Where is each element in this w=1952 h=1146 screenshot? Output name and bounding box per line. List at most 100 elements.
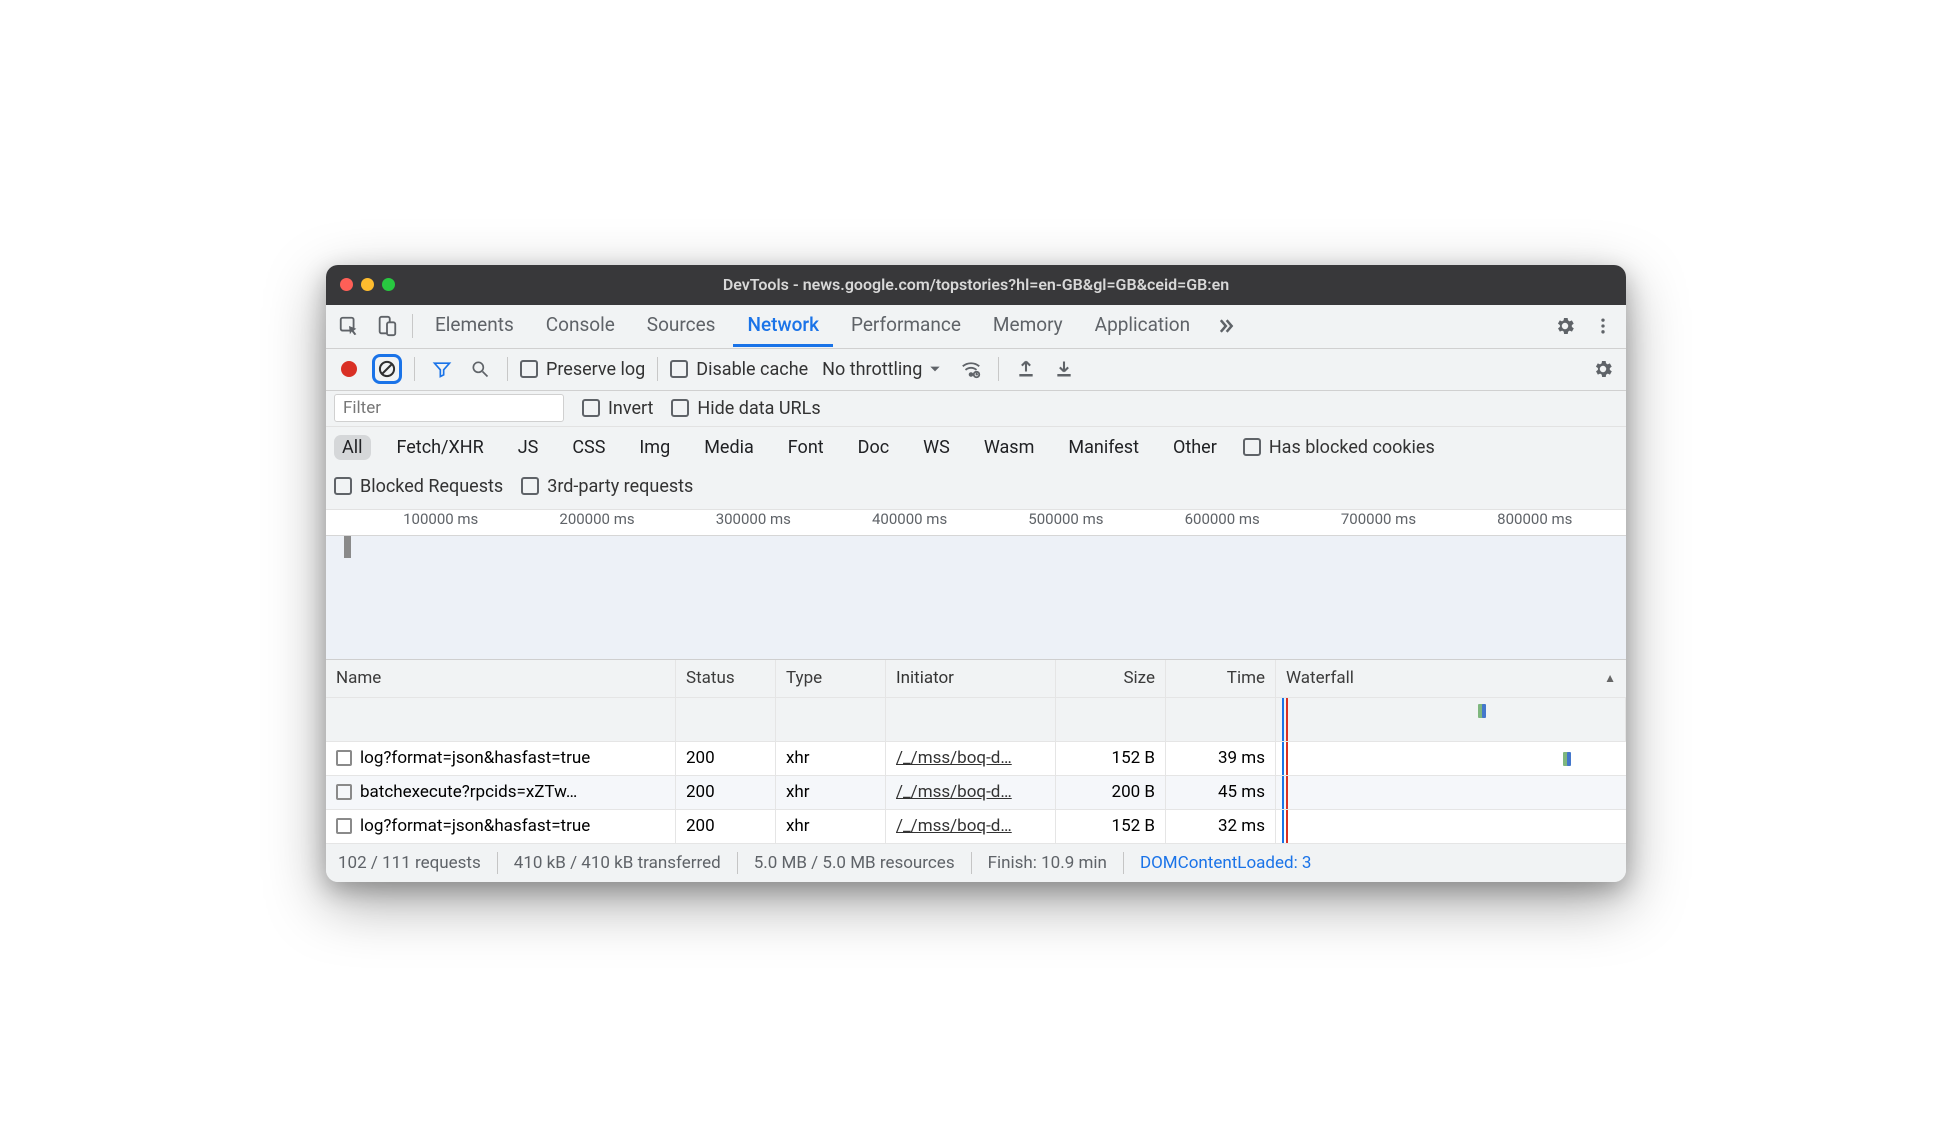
network-table: Name Status Type Initiator Size Time Wat… [326, 660, 1626, 844]
third-party-label: 3rd-party requests [547, 476, 693, 497]
hide-data-urls-checkbox[interactable]: Hide data URLs [671, 398, 820, 419]
filter-font[interactable]: Font [780, 435, 832, 460]
has-blocked-cookies-label: Has blocked cookies [1269, 437, 1435, 458]
chevron-down-icon [928, 362, 942, 376]
status-resources: 5.0 MB / 5.0 MB resources [754, 853, 955, 873]
throttling-select[interactable]: No throttling [816, 359, 948, 380]
settings-gear-icon[interactable] [1548, 309, 1582, 343]
window-minimize-button[interactable] [361, 278, 374, 291]
tab-memory[interactable]: Memory [979, 305, 1077, 347]
devtools-tabbar: Elements Console Sources Network Perform… [326, 305, 1626, 349]
tab-network[interactable]: Network [733, 305, 833, 347]
devtools-window: DevTools - news.google.com/topstories?hl… [326, 265, 1626, 882]
status-domcontentloaded[interactable]: DOMContentLoaded: 3 [1140, 853, 1312, 873]
row-time: 45 ms [1166, 776, 1276, 809]
preserve-log-checkbox[interactable]: Preserve log [520, 359, 645, 380]
network-conditions-icon[interactable] [956, 354, 986, 384]
waterfall-dcl-line [1282, 810, 1284, 843]
device-toolbar-icon[interactable] [370, 309, 404, 343]
timeline-marker [344, 536, 351, 558]
ruler-tick: 800000 ms [1420, 510, 1576, 535]
third-party-checkbox[interactable]: 3rd-party requests [521, 476, 693, 497]
divider [998, 357, 999, 381]
timeline-body [326, 536, 1626, 660]
row-status: 200 [676, 742, 776, 775]
kebab-menu-icon[interactable] [1586, 309, 1620, 343]
filter-doc[interactable]: Doc [850, 435, 898, 460]
col-initiator[interactable]: Initiator [886, 660, 1056, 697]
type-filter-row: All Fetch/XHR JS CSS Img Media Font Doc … [326, 427, 1626, 510]
search-icon[interactable] [465, 354, 495, 384]
blocked-requests-checkbox[interactable]: Blocked Requests [334, 476, 503, 497]
row-status: 200 [676, 810, 776, 843]
tab-sources[interactable]: Sources [633, 305, 730, 347]
tab-console[interactable]: Console [532, 305, 629, 347]
row-initiator[interactable]: /_/mss/boq-d… [896, 782, 1012, 802]
invert-checkbox[interactable]: Invert [582, 398, 653, 419]
waterfall-dcl-line [1282, 698, 1284, 741]
divider [657, 357, 658, 381]
row-initiator[interactable]: /_/mss/boq-d… [896, 748, 1012, 768]
file-icon [336, 784, 352, 800]
checkbox-icon [671, 399, 689, 417]
col-status[interactable]: Status [676, 660, 776, 697]
filter-fetch[interactable]: Fetch/XHR [389, 435, 492, 460]
filter-icon[interactable] [427, 354, 457, 384]
filter-other[interactable]: Other [1165, 435, 1225, 460]
col-waterfall[interactable]: Waterfall ▲ [1276, 660, 1626, 697]
col-size[interactable]: Size [1056, 660, 1166, 697]
ruler-tick: 400000 ms [795, 510, 951, 535]
filter-img[interactable]: Img [631, 435, 678, 460]
titlebar: DevTools - news.google.com/topstories?hl… [326, 265, 1626, 305]
has-blocked-cookies-checkbox[interactable]: Has blocked cookies [1243, 437, 1435, 458]
more-tabs-icon[interactable] [1208, 309, 1242, 343]
col-time[interactable]: Time [1166, 660, 1276, 697]
divider [1123, 852, 1124, 874]
tab-performance[interactable]: Performance [837, 305, 975, 347]
file-icon [336, 750, 352, 766]
row-time: 32 ms [1166, 810, 1276, 843]
ruler-tick: 700000 ms [1264, 510, 1420, 535]
divider [414, 357, 415, 381]
table-header: Name Status Type Initiator Size Time Wat… [326, 660, 1626, 698]
col-waterfall-label: Waterfall [1286, 668, 1354, 688]
checkbox-icon [521, 477, 539, 495]
filter-row: Filter Invert Hide data URLs [326, 391, 1626, 427]
export-har-icon[interactable] [1049, 354, 1079, 384]
record-button[interactable] [334, 354, 364, 384]
row-size: 152 B [1056, 742, 1166, 775]
filter-all[interactable]: All [334, 435, 371, 460]
filter-input[interactable]: Filter [334, 394, 564, 422]
tab-application[interactable]: Application [1081, 305, 1204, 347]
status-finish: Finish: 10.9 min [988, 853, 1107, 873]
filter-ws[interactable]: WS [915, 435, 958, 460]
divider [497, 852, 498, 874]
status-bar: 102 / 111 requests 410 kB / 410 kB trans… [326, 844, 1626, 882]
row-initiator[interactable]: /_/mss/boq-d… [896, 816, 1012, 836]
table-row[interactable]: log?format=json&hasfast=true 200 xhr /_/… [326, 810, 1626, 844]
filter-wasm[interactable]: Wasm [976, 435, 1043, 460]
filter-js[interactable]: JS [510, 435, 547, 460]
disable-cache-checkbox[interactable]: Disable cache [670, 359, 808, 380]
checkbox-icon [670, 360, 688, 378]
checkbox-icon [582, 399, 600, 417]
ruler-tick [1576, 510, 1626, 535]
window-zoom-button[interactable] [382, 278, 395, 291]
filter-manifest[interactable]: Manifest [1060, 435, 1147, 460]
tab-elements[interactable]: Elements [421, 305, 528, 347]
filter-css[interactable]: CSS [564, 435, 613, 460]
table-row[interactable]: batchexecute?rpcids=xZTw… 200 xhr /_/mss… [326, 776, 1626, 810]
inspect-element-icon[interactable] [332, 309, 366, 343]
table-row[interactable]: log?format=json&hasfast=true 200 xhr /_/… [326, 742, 1626, 776]
window-close-button[interactable] [340, 278, 353, 291]
col-name[interactable]: Name [326, 660, 676, 697]
ruler-tick: 200000 ms [482, 510, 638, 535]
filter-media[interactable]: Media [696, 435, 762, 460]
timeline-overview[interactable]: 100000 ms 200000 ms 300000 ms 400000 ms … [326, 510, 1626, 660]
network-settings-gear-icon[interactable] [1588, 354, 1618, 384]
row-name: batchexecute?rpcids=xZTw… [360, 782, 577, 802]
import-har-icon[interactable] [1011, 354, 1041, 384]
disable-cache-label: Disable cache [696, 359, 808, 380]
col-type[interactable]: Type [776, 660, 886, 697]
clear-button[interactable] [372, 354, 402, 384]
